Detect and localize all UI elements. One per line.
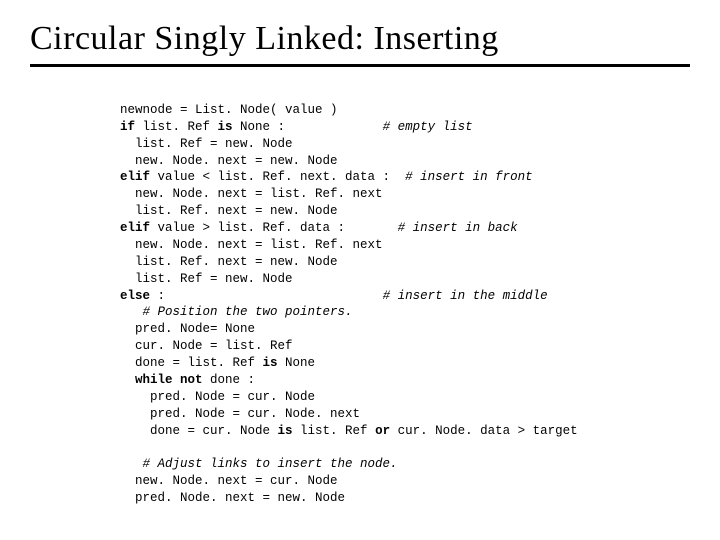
code-line: pred. Node= None xyxy=(120,322,255,336)
keyword-elif: elif xyxy=(120,170,150,184)
comment: # insert in back xyxy=(398,221,518,235)
comment: # insert in the middle xyxy=(383,289,548,303)
code-text: value < list. Ref. next. data : xyxy=(150,170,405,184)
code-line: list. Ref = new. Node xyxy=(120,137,293,151)
code-text: list. Ref xyxy=(135,120,218,134)
code-text: value > list. Ref. data : xyxy=(150,221,398,235)
slide: Circular Singly Linked: Inserting newnod… xyxy=(0,0,720,527)
keyword-or: or xyxy=(375,424,390,438)
code-line: pred. Node = cur. Node xyxy=(120,390,315,404)
keyword-is: is xyxy=(218,120,233,134)
keyword-is: is xyxy=(278,424,293,438)
code-line: new. Node. next = list. Ref. next xyxy=(120,238,383,252)
comment: # Adjust links to insert the node. xyxy=(120,457,398,471)
code-text: done = list. Ref xyxy=(120,356,263,370)
slide-title: Circular Singly Linked: Inserting xyxy=(30,20,690,67)
comment: # empty list xyxy=(383,120,473,134)
keyword-else: else xyxy=(120,289,150,303)
code-line: pred. Node = cur. Node. next xyxy=(120,407,360,421)
code-text: list. Ref xyxy=(293,424,376,438)
keyword-elif: elif xyxy=(120,221,150,235)
code-line: list. Ref. next = new. Node xyxy=(120,255,338,269)
code-block: newnode = List. Node( value ) if list. R… xyxy=(120,85,690,507)
code-line: cur. Node = list. Ref xyxy=(120,339,293,353)
code-text: cur. Node. data > target xyxy=(390,424,578,438)
code-text: None xyxy=(278,356,316,370)
code-line: new. Node. next = cur. Node xyxy=(120,474,338,488)
code-line: list. Ref. next = new. Node xyxy=(120,204,338,218)
keyword-is: is xyxy=(263,356,278,370)
code-line: new. Node. next = list. Ref. next xyxy=(120,187,383,201)
code-text: done = cur. Node xyxy=(120,424,278,438)
comment: # Position the two pointers. xyxy=(120,305,353,319)
keyword-if: if xyxy=(120,120,135,134)
code-text: done : xyxy=(203,373,256,387)
code-line: newnode = List. Node( value ) xyxy=(120,103,338,117)
code-text: : xyxy=(150,289,383,303)
code-line: list. Ref = new. Node xyxy=(120,272,293,286)
code-text: None : xyxy=(233,120,383,134)
code-line: new. Node. next = new. Node xyxy=(120,154,338,168)
keyword-while-not: while not xyxy=(135,373,203,387)
code-text xyxy=(120,373,135,387)
comment: # insert in front xyxy=(405,170,533,184)
code-line: pred. Node. next = new. Node xyxy=(120,491,345,505)
